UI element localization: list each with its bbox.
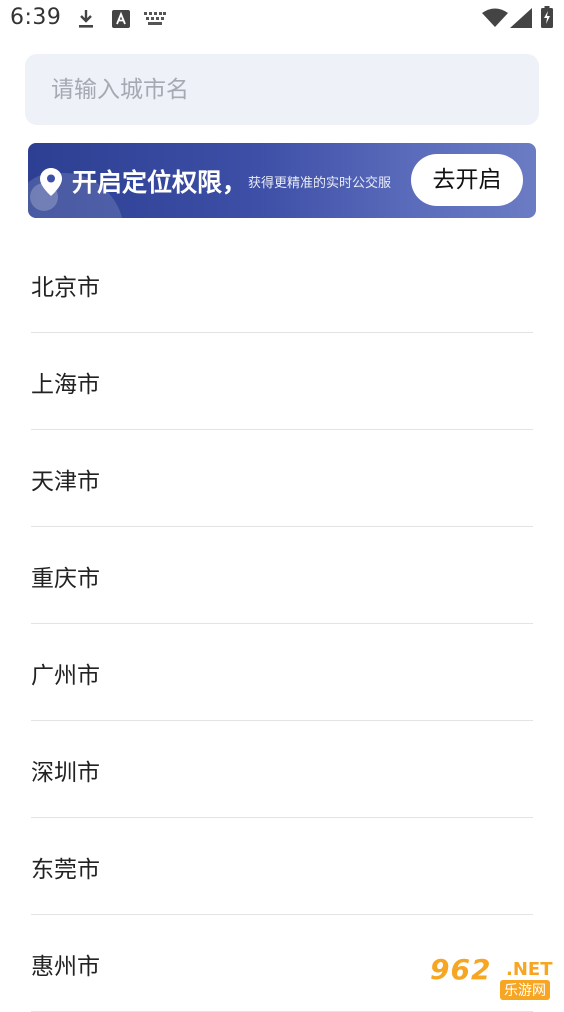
city-name: 深圳市	[31, 760, 100, 786]
watermark-suffix: .NET	[506, 959, 553, 980]
battery-charging-icon	[541, 6, 553, 28]
city-item-tianjin[interactable]: 天津市	[31, 430, 533, 527]
city-name: 广州市	[31, 663, 100, 689]
download-icon	[79, 10, 93, 28]
watermark-main: 962	[430, 953, 492, 986]
status-bar: 6:39	[0, 0, 564, 38]
status-time: 6:39	[10, 5, 62, 30]
font-a-icon	[112, 10, 130, 28]
location-banner-subtitle: 获得更精准的实时公交服	[248, 176, 392, 191]
watermark-logo: 962 .NET 乐游网	[424, 953, 560, 1001]
city-name: 天津市	[31, 469, 100, 495]
city-item-shenzhen[interactable]: 深圳市	[31, 721, 533, 818]
city-name: 上海市	[31, 372, 100, 398]
wifi-icon	[482, 8, 508, 27]
city-item-beijing[interactable]: 北京市	[31, 236, 533, 333]
signal-icon	[510, 8, 532, 28]
city-list: 北京市 上海市 天津市 重庆市 广州市 深圳市 东莞市 惠州市	[31, 236, 533, 1012]
search-box[interactable]	[25, 54, 539, 125]
search-input[interactable]	[51, 54, 521, 125]
city-item-guangzhou[interactable]: 广州市	[31, 624, 533, 721]
enable-location-button[interactable]: 去开启	[411, 154, 523, 206]
city-item-shanghai[interactable]: 上海市	[31, 333, 533, 430]
watermark-sub: 乐游网	[500, 980, 550, 1000]
city-item-dongguan[interactable]: 东莞市	[31, 818, 533, 915]
location-pin-icon	[40, 168, 62, 196]
location-banner-title: 开启定位权限，	[72, 168, 248, 197]
city-name: 惠州市	[31, 954, 100, 980]
city-name: 北京市	[31, 275, 100, 301]
keyboard-icon	[144, 12, 166, 25]
city-item-chongqing[interactable]: 重庆市	[31, 527, 533, 624]
city-name: 东莞市	[31, 857, 100, 883]
city-name: 重庆市	[31, 566, 100, 592]
